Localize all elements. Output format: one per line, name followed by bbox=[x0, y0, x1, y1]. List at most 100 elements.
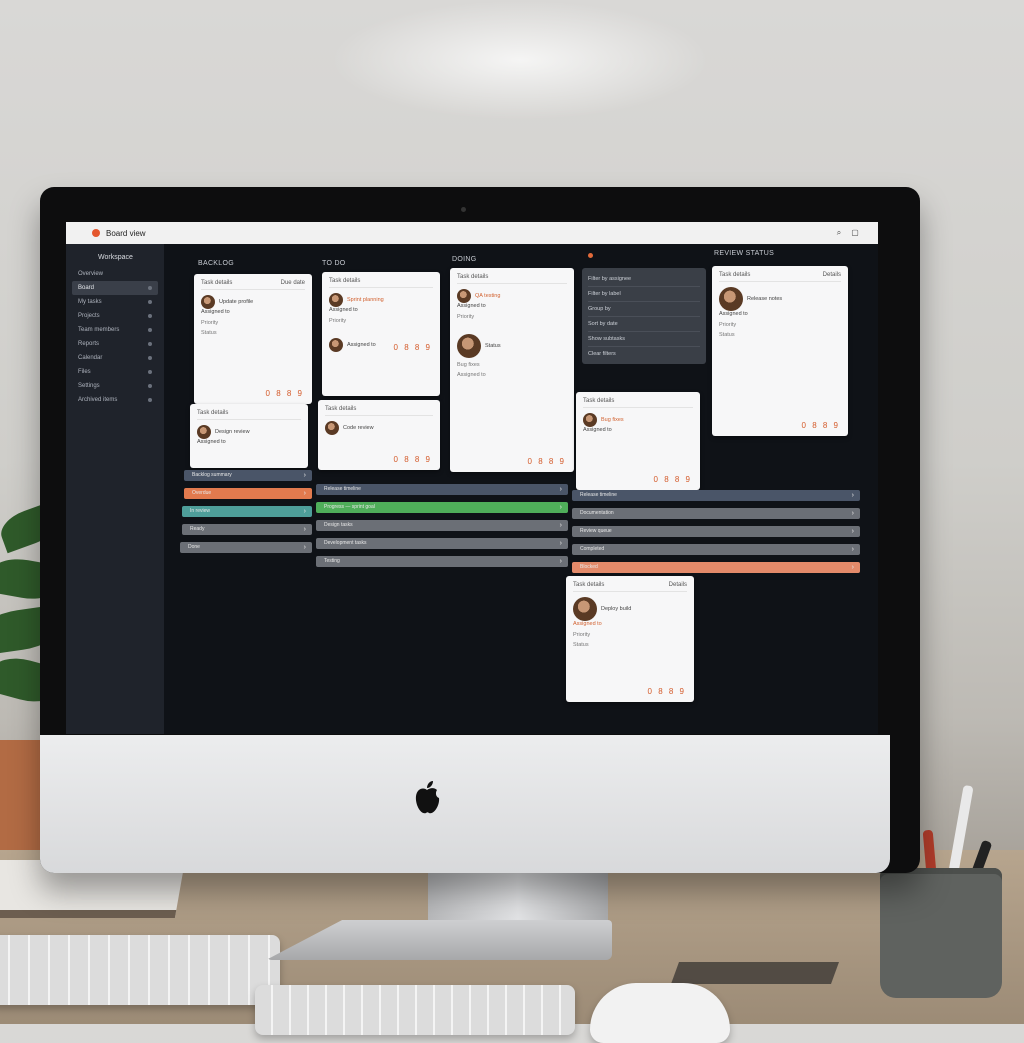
monitor-chin bbox=[40, 735, 890, 873]
card-assignee: Assigned to bbox=[457, 303, 486, 309]
status-bar[interactable]: Blocked › bbox=[572, 562, 860, 573]
sidebar-item-settings[interactable]: Settings bbox=[72, 379, 158, 393]
status-bar[interactable]: Done › bbox=[180, 542, 312, 553]
status-bar[interactable]: Documentation › bbox=[572, 508, 860, 519]
status-bar[interactable]: Testing › bbox=[316, 556, 568, 567]
bar-label: Design tasks bbox=[324, 522, 353, 528]
chevron-icon: › bbox=[303, 544, 306, 551]
task-card[interactable]: Task details QA testing Assigned to Prio… bbox=[450, 268, 574, 472]
card-due: Details bbox=[668, 582, 687, 588]
bar-label: Blocked bbox=[580, 564, 598, 570]
status-bar[interactable]: Review queue › bbox=[572, 526, 860, 537]
sidebar: Workspace Overview Board My tasks Projec… bbox=[66, 244, 164, 734]
keyboard-second bbox=[255, 985, 575, 1035]
chevron-icon: › bbox=[559, 540, 562, 547]
sidebar-item-team[interactable]: Team members bbox=[72, 323, 158, 337]
avatar bbox=[457, 334, 481, 358]
card-task: Sprint planning bbox=[347, 296, 384, 303]
task-card[interactable]: Task details Code review 0 8 8 9 bbox=[318, 400, 440, 470]
card-title: Task details bbox=[201, 280, 233, 286]
card-assignee: Assigned to bbox=[719, 311, 748, 317]
column-header: TO DO bbox=[322, 260, 346, 267]
card-assignee: Assigned to bbox=[583, 427, 612, 433]
status-bar[interactable]: Release timeline › bbox=[316, 484, 568, 495]
chevron-icon: › bbox=[851, 528, 854, 535]
dot-icon bbox=[148, 300, 152, 304]
dot-icon bbox=[148, 342, 152, 346]
sidebar-item-label: Reports bbox=[78, 341, 100, 347]
sidebar-item-label: Calendar bbox=[78, 355, 103, 361]
task-card[interactable]: Task details Details Deploy build Assigne… bbox=[566, 576, 694, 702]
sidebar-item-projects[interactable]: Projects bbox=[72, 309, 158, 323]
sidebar-item-my-tasks[interactable]: My tasks bbox=[72, 295, 158, 309]
app-icon[interactable] bbox=[92, 229, 100, 237]
task-card[interactable]: Task details Details Release notes Assign… bbox=[712, 266, 848, 436]
card-task: Bug fixes bbox=[601, 416, 624, 423]
bar-label: Testing bbox=[324, 558, 340, 564]
card-due: Due date bbox=[280, 280, 305, 286]
apple-logo-icon bbox=[415, 781, 440, 814]
filter-item[interactable]: Filter by label bbox=[588, 287, 700, 302]
card-title: Task details bbox=[583, 398, 615, 404]
sidebar-item-board[interactable]: Board bbox=[72, 281, 158, 295]
task-card[interactable]: Task details Design review Assigned to bbox=[190, 404, 308, 468]
avatar bbox=[583, 413, 597, 427]
card-assignee: Assigned to bbox=[573, 621, 602, 627]
avatar bbox=[573, 597, 597, 621]
chevron-icon: › bbox=[559, 522, 562, 529]
task-card[interactable]: Task details Due date Update profile Assi… bbox=[194, 274, 312, 404]
status-bar[interactable]: In review › bbox=[182, 506, 312, 517]
card-title: Task details bbox=[573, 582, 605, 588]
sidebar-item-reports[interactable]: Reports bbox=[72, 337, 158, 351]
card-task-secondary: Bug fixes bbox=[457, 362, 480, 368]
bar-label: Release timeline bbox=[324, 486, 361, 492]
maximize-icon[interactable]: ▢ bbox=[850, 228, 860, 238]
avatar bbox=[719, 287, 743, 311]
chevron-icon: › bbox=[303, 472, 306, 479]
filter-item[interactable]: Clear filters bbox=[588, 347, 700, 361]
chevron-icon: › bbox=[303, 490, 306, 497]
chevron-icon: › bbox=[851, 546, 854, 553]
filter-item[interactable]: Show subtasks bbox=[588, 332, 700, 347]
card-id: 0 8 8 9 bbox=[393, 455, 432, 464]
filter-item[interactable]: Filter by assignee bbox=[588, 272, 700, 287]
status-bar[interactable]: Development tasks › bbox=[316, 538, 568, 549]
filter-panel: Filter by assignee Filter by label Group… bbox=[582, 268, 706, 364]
dot-icon bbox=[148, 370, 152, 374]
filter-item[interactable]: Sort by date bbox=[588, 317, 700, 332]
sidebar-item-calendar[interactable]: Calendar bbox=[72, 351, 158, 365]
task-card[interactable]: Task details Bug fixes Assigned to 0 8 8… bbox=[576, 392, 700, 490]
status-bar[interactable]: Ready › bbox=[182, 524, 312, 535]
card-priority: Priority bbox=[457, 314, 475, 320]
sidebar-item-label: Overview bbox=[78, 271, 104, 277]
screen: Board view ⌕ ▢ Workspace Overview Board … bbox=[66, 222, 878, 734]
chevron-icon: › bbox=[851, 492, 854, 499]
card-task: Deploy build bbox=[601, 605, 632, 612]
sidebar-item-label: Board bbox=[78, 285, 95, 291]
board: BACKLOG TO DO DOING REVIEW STATUS Task d… bbox=[164, 244, 878, 734]
keyboard bbox=[0, 935, 280, 1005]
sidebar-header: Workspace bbox=[98, 254, 133, 261]
sidebar-item-files[interactable]: Files bbox=[72, 365, 158, 379]
chevron-icon: › bbox=[559, 486, 562, 493]
status-dot-icon bbox=[588, 253, 593, 258]
sidebar-item-overview[interactable]: Overview bbox=[72, 267, 158, 281]
card-priority: Priority bbox=[329, 318, 347, 324]
chevron-icon: › bbox=[559, 558, 562, 565]
status-bar[interactable]: Overdue › bbox=[184, 488, 312, 499]
status-bar[interactable]: Backlog summary › bbox=[184, 470, 312, 481]
status-bar[interactable]: Design tasks › bbox=[316, 520, 568, 531]
card-title: Task details bbox=[719, 272, 751, 278]
progress-bar[interactable]: Progress — sprint goal › bbox=[316, 502, 568, 513]
filter-item[interactable]: Group by bbox=[588, 302, 700, 317]
sidebar-item-archived[interactable]: Archived items bbox=[72, 393, 158, 407]
card-id: 0 8 8 9 bbox=[647, 687, 686, 696]
task-card[interactable]: Task details Sprint planning Assigned to… bbox=[322, 272, 440, 396]
card-id: 0 8 8 9 bbox=[801, 421, 840, 430]
search-icon[interactable]: ⌕ bbox=[834, 228, 844, 238]
status-bar[interactable]: Release timeline › bbox=[572, 490, 860, 501]
card-priority: Priority bbox=[201, 320, 219, 326]
card-task: Release notes bbox=[747, 295, 783, 302]
avatar bbox=[329, 293, 343, 307]
status-bar[interactable]: Completed › bbox=[572, 544, 860, 555]
